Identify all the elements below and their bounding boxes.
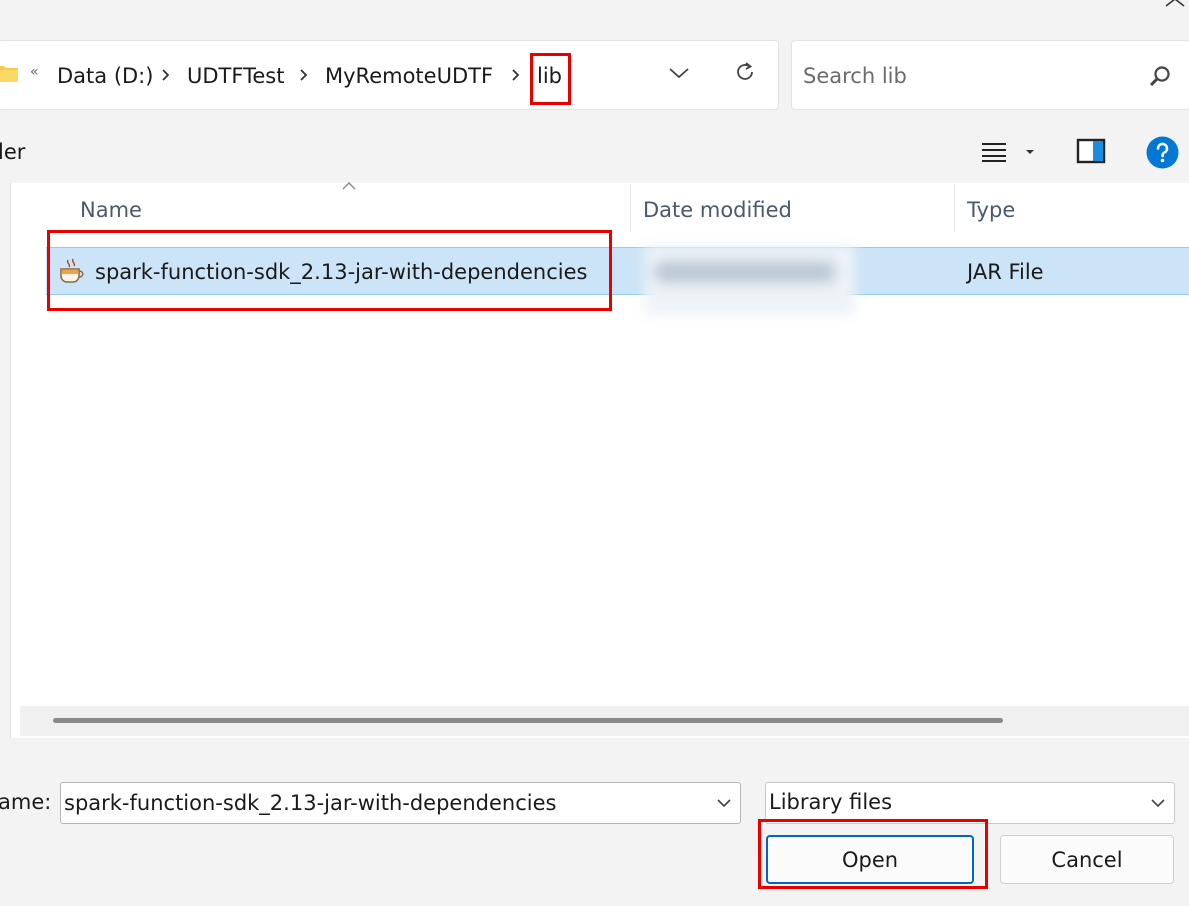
file-name-label: ame: xyxy=(0,790,52,814)
file-name-input[interactable] xyxy=(64,786,704,820)
open-button[interactable]: Open xyxy=(766,835,974,884)
sort-ascending-icon xyxy=(342,182,356,190)
column-header-date-modified[interactable]: Date modified xyxy=(643,198,792,222)
refresh-icon[interactable] xyxy=(733,60,757,84)
caret-down-icon[interactable] xyxy=(1024,148,1036,156)
breadcrumb-myremoteudtf[interactable]: MyRemoteUDTF xyxy=(325,62,493,90)
search-icon[interactable] xyxy=(1148,64,1172,88)
java-jar-icon xyxy=(60,258,84,283)
chevron-down-icon[interactable] xyxy=(716,798,732,808)
chevron-down-icon[interactable] xyxy=(1150,798,1166,808)
chevron-down-icon[interactable] xyxy=(668,64,690,82)
breadcrumb-overflow[interactable]: « xyxy=(30,64,39,80)
chevron-right-icon[interactable] xyxy=(298,66,310,84)
search-input[interactable] xyxy=(803,60,1123,92)
close-icon[interactable] xyxy=(1160,0,1189,16)
view-options-icon[interactable] xyxy=(980,140,1008,164)
column-header-name[interactable]: Name xyxy=(80,198,142,222)
new-folder-label[interactable]: ler xyxy=(0,140,25,164)
help-icon[interactable] xyxy=(1146,136,1179,169)
file-type-selected[interactable]: Library files xyxy=(769,790,892,814)
column-divider[interactable] xyxy=(630,184,631,232)
scrollbar-thumb[interactable] xyxy=(53,718,1003,723)
navigation-pane-edge xyxy=(0,183,10,738)
breadcrumb-udtftest[interactable]: UDTFTest xyxy=(187,62,284,90)
preview-pane-icon[interactable] xyxy=(1076,138,1106,164)
column-divider[interactable] xyxy=(954,184,955,232)
breadcrumb-lib[interactable]: lib xyxy=(537,62,562,90)
breadcrumb-data-drive[interactable]: Data (D:) xyxy=(57,62,153,90)
file-name[interactable]: spark-function-sdk_2.13-jar-with-depende… xyxy=(95,260,587,284)
folder-icon xyxy=(0,66,18,82)
date-modified-redacted-text xyxy=(655,262,835,282)
column-header-type[interactable]: Type xyxy=(967,198,1015,222)
chevron-right-icon[interactable] xyxy=(160,66,172,84)
chevron-right-icon[interactable] xyxy=(510,66,522,84)
toolbar xyxy=(0,122,1189,182)
cancel-button[interactable]: Cancel xyxy=(1000,835,1174,884)
file-type: JAR File xyxy=(967,260,1044,284)
